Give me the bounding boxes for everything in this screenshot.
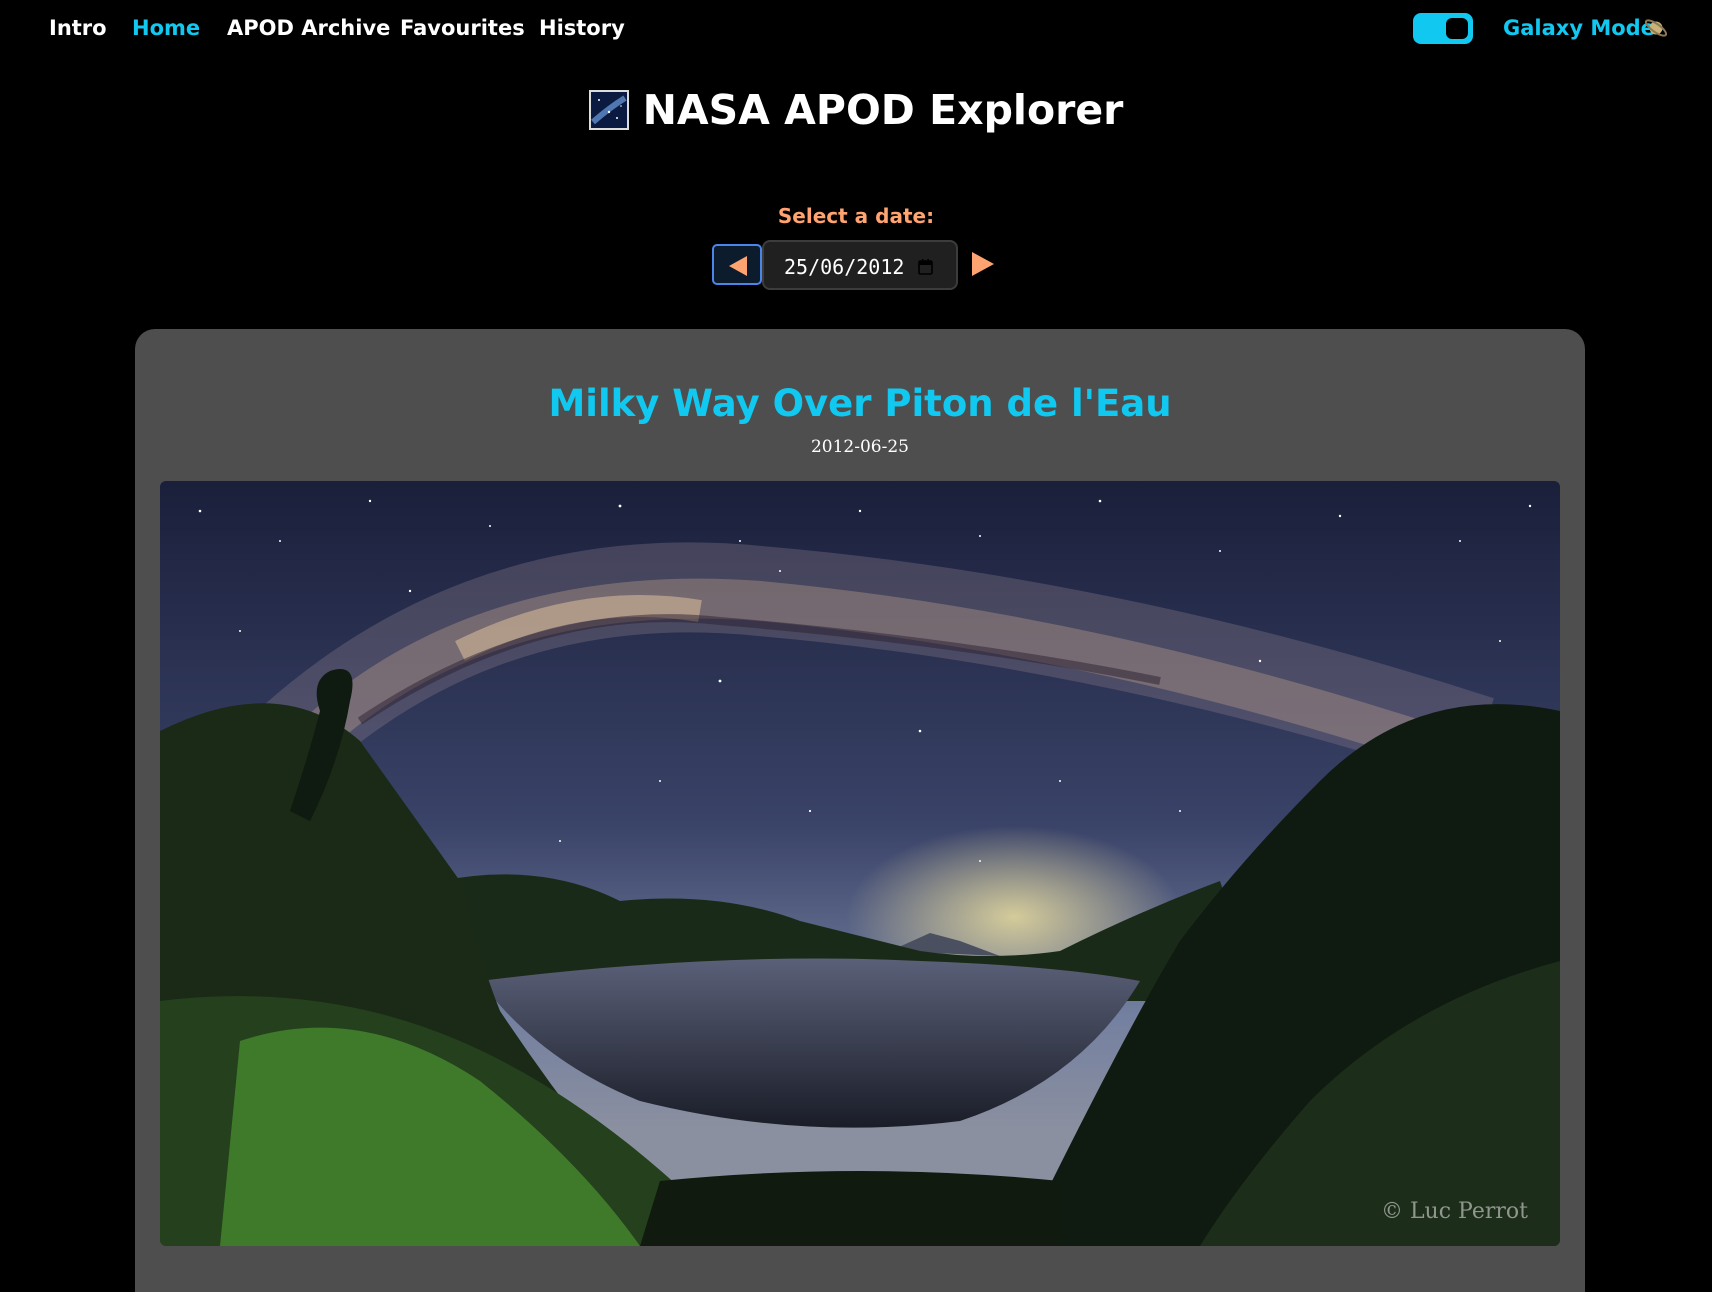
page: Intro Home APOD Archive Favourites Histo… [0, 0, 1712, 1292]
image-credit: © Luc Perrot [1380, 1199, 1528, 1224]
apod-photo [160, 481, 1560, 1246]
milky-way-icon [588, 90, 629, 130]
page-title-text: NASA APOD Explorer [642, 86, 1124, 134]
nav-intro[interactable]: Intro [49, 16, 107, 40]
next-day-button[interactable] [966, 246, 1002, 282]
previous-day-button[interactable] [712, 244, 762, 285]
galaxy-mode-toggle[interactable] [1413, 13, 1473, 44]
page-title: NASA APOD Explorer [0, 86, 1712, 140]
nav-favourites[interactable]: Favourites [400, 16, 525, 40]
triangle-right-icon [972, 252, 994, 276]
toggle-knob [1446, 18, 1468, 39]
apod-title: Milky Way Over Piton de l'Eau [548, 382, 1172, 425]
date-input[interactable]: 25/06/2012 [762, 240, 958, 290]
top-nav: Intro Home APOD Archive Favourites Histo… [0, 0, 1712, 58]
galaxy-mode-label: Galaxy Mode [1503, 16, 1655, 40]
calendar-icon[interactable] [918, 259, 933, 275]
saturn-icon [1644, 19, 1668, 37]
nav-home[interactable]: Home [132, 16, 200, 40]
apod-image[interactable]: © Luc Perrot [160, 481, 1560, 1246]
date-picker-label: Select a date: [777, 204, 935, 228]
date-input-value: 25/06/2012 [784, 255, 905, 279]
apod-date: 2012-06-25 [810, 437, 909, 457]
nav-history[interactable]: History [539, 16, 625, 40]
triangle-left-icon [729, 256, 747, 276]
nav-apod-archive[interactable]: APOD Archive [227, 16, 390, 40]
